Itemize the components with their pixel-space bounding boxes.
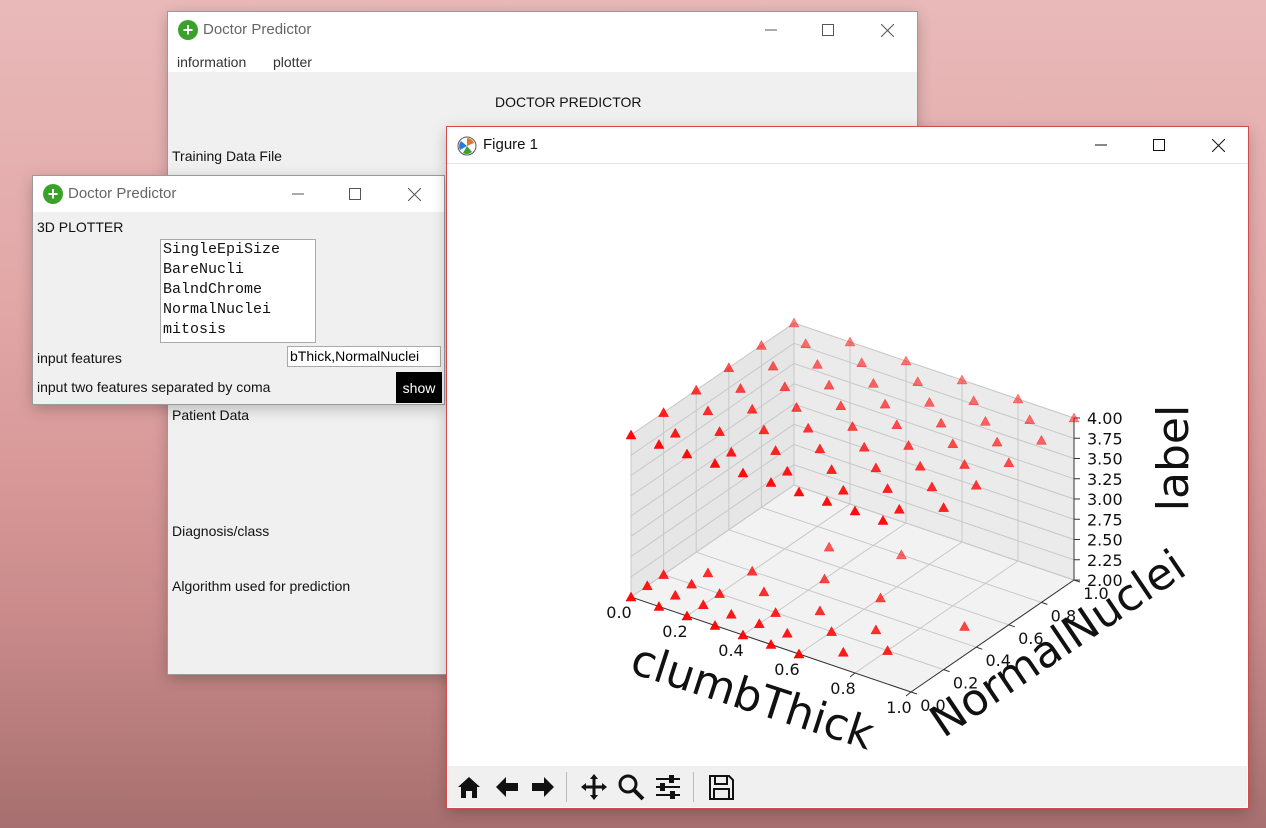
y-tick (943, 669, 950, 673)
minimize-icon (765, 29, 777, 31)
pan-button[interactable] (577, 770, 611, 804)
home-icon (458, 777, 480, 798)
list-item[interactable]: BalndChrome (161, 280, 315, 300)
forward-button[interactable] (526, 770, 560, 804)
close-icon (407, 187, 421, 201)
plotter-window: + Doctor Predictor 3D PLOTTER SingleEpiS… (33, 176, 444, 404)
plotter-window-titlebar[interactable]: + Doctor Predictor (33, 176, 444, 212)
close-button[interactable] (864, 12, 910, 48)
home-button[interactable] (452, 770, 486, 804)
list-item[interactable]: mitosis (161, 320, 315, 340)
close-icon (880, 23, 894, 37)
app-plus-icon: + (178, 20, 198, 40)
x-tick-label: 0.4 (718, 641, 743, 660)
plot-canvas[interactable]: 0.0 0.2 0.4 0.6 0.8 1.0 0.0 0.2 0.4 0.6 0.8 1.0 2.00… (448, 164, 1247, 767)
app-plus-icon: + (43, 184, 63, 204)
menu-bar: information plotter (168, 48, 917, 72)
page-title: DOCTOR PREDICTOR (495, 94, 642, 110)
input-features-field[interactable]: bThick,NormalNuclei (287, 346, 441, 367)
y-tick (1008, 624, 1015, 628)
z-tick-label: 4.00 (1087, 409, 1123, 428)
save-icon (709, 775, 734, 800)
x-tick (849, 672, 856, 678)
matplotlib-icon (457, 136, 477, 156)
z-tick-label: 2.75 (1087, 510, 1123, 529)
back-icon (496, 777, 518, 797)
show-button[interactable]: show (396, 372, 442, 403)
pan-icon (581, 774, 607, 800)
list-item[interactable]: SingleEpiSize (161, 240, 315, 260)
z-tick-label: 3.25 (1087, 470, 1123, 489)
minimize-button[interactable] (275, 176, 321, 212)
feature-listbox[interactable]: SingleEpiSize BareNucli BalndChrome Norm… (160, 239, 316, 343)
plotter-heading: 3D PLOTTER (37, 219, 124, 235)
menu-information[interactable]: information (177, 54, 246, 70)
menu-plotter[interactable]: plotter (273, 54, 312, 70)
figure-toolbar (448, 766, 1247, 807)
maximize-button[interactable] (332, 176, 378, 212)
y-tick (1041, 601, 1048, 605)
data-point (788, 317, 800, 328)
z-tick-label: 3.50 (1087, 450, 1123, 469)
z-tick-label: 2.25 (1087, 551, 1123, 570)
x-tick-label: 0.6 (774, 660, 799, 679)
maximize-icon (349, 188, 361, 200)
z-tick-label: 2.50 (1087, 531, 1123, 550)
hint-text: input two features separated by coma (37, 379, 271, 395)
main-window-titlebar[interactable]: + Doctor Predictor (168, 12, 917, 48)
save-button[interactable] (704, 770, 738, 804)
close-button[interactable] (1195, 127, 1241, 163)
diagnosis-label: Diagnosis/class (172, 523, 270, 539)
y-tick (910, 691, 918, 695)
x-tick (905, 691, 912, 697)
3d-scatter-chart[interactable]: 0.00.20.40.60.81.0 0.00.20.40.60.81.02.00… (448, 164, 1247, 767)
input-features-label: input features (37, 350, 122, 366)
maximize-button[interactable] (805, 12, 851, 48)
z-axis-label: label (1148, 405, 1199, 511)
configure-icon (656, 775, 680, 799)
maximize-icon (822, 24, 834, 36)
minimize-icon (292, 193, 304, 195)
minimize-button[interactable] (1078, 127, 1124, 163)
plotter-window-title: Doctor Predictor (68, 185, 177, 202)
maximize-icon (1153, 139, 1165, 151)
figure-window-title: Figure 1 (483, 136, 539, 153)
main-window-title: Doctor Predictor (203, 21, 312, 38)
x-tick-label: 1.0 (886, 698, 911, 717)
list-item[interactable]: BareNucli (161, 260, 315, 280)
configure-button[interactable] (651, 770, 685, 804)
patient-data-label: Patient Data (172, 407, 250, 423)
zoom-button[interactable] (614, 770, 648, 804)
close-button[interactable] (391, 176, 437, 212)
z-tick-label: 3.75 (1087, 429, 1123, 448)
x-tick-label: 0.0 (606, 603, 631, 622)
x-tick-label: 0.2 (662, 622, 687, 641)
list-item[interactable]: NormalNuclei (161, 300, 315, 320)
figure-window-titlebar[interactable]: Figure 1 (447, 127, 1248, 164)
forward-icon (532, 777, 554, 797)
zoom-icon (618, 774, 645, 801)
algorithm-label: Algorithm used for prediction (172, 578, 351, 594)
maximize-button[interactable] (1136, 127, 1182, 163)
y-tick (976, 646, 983, 650)
back-button[interactable] (490, 770, 524, 804)
minimize-button[interactable] (748, 12, 794, 48)
minimize-icon (1095, 144, 1107, 146)
z-tick-label: 3.00 (1087, 490, 1123, 509)
close-icon (1211, 138, 1225, 152)
x-tick-label: 0.8 (830, 679, 855, 698)
figure-window: Figure 1 0.0 0.2 0.4 0.6 0.8 1.0 0.0 0.2 0.4 0.6 0… (447, 127, 1248, 808)
training-data-label: Training Data File (172, 148, 282, 164)
